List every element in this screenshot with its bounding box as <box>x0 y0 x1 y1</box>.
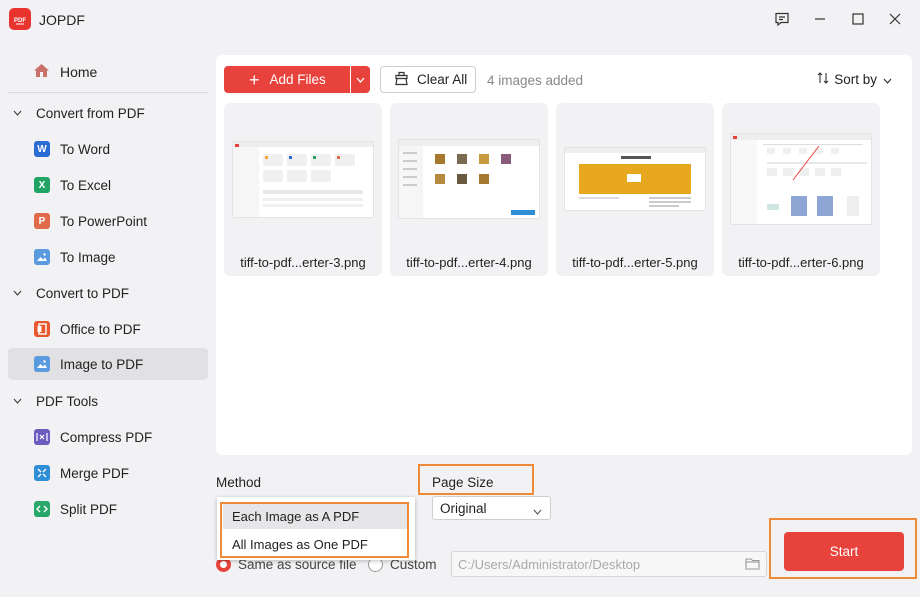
word-icon: W <box>34 141 50 157</box>
compress-icon <box>34 429 50 445</box>
sidebar: Home Convert from PDF W To Word X To Exc… <box>0 40 216 597</box>
method-highlight <box>220 502 409 558</box>
sidebar-item-label: To Excel <box>60 177 112 193</box>
sidebar-item-label: To Word <box>60 141 111 157</box>
feedback-icon[interactable] <box>768 6 796 32</box>
sidebar-item-to-word[interactable]: W To Word <box>8 133 208 165</box>
home-icon <box>33 63 50 81</box>
sidebar-item-label: Office to PDF <box>60 321 141 337</box>
sidebar-item-label: Merge PDF <box>60 465 130 481</box>
sidebar-item-split-pdf[interactable]: Split PDF <box>8 493 208 525</box>
file-name: tiff-to-pdf...erter-4.png <box>406 255 532 270</box>
add-files-button[interactable]: + Add Files <box>224 66 350 93</box>
chevron-down-icon <box>10 110 24 116</box>
method-label: Method <box>216 475 262 490</box>
svg-text:PDF: PDF <box>14 18 26 24</box>
minimize-icon[interactable] <box>806 6 834 32</box>
divider <box>8 92 208 93</box>
maximize-icon[interactable] <box>844 6 872 32</box>
sidebar-item-label: Split PDF <box>60 501 118 517</box>
sort-icon <box>817 72 829 87</box>
sidebar-item-label: To PowerPoint <box>60 213 148 229</box>
page-size-value: Original <box>440 500 487 516</box>
app-logo-icon: PDF <box>9 8 31 30</box>
clear-all-label: Clear All <box>417 72 468 87</box>
section-label: Convert from PDF <box>36 105 145 121</box>
file-name: tiff-to-pdf...erter-3.png <box>240 255 366 270</box>
split-icon <box>34 501 50 517</box>
add-files-dropdown-button[interactable] <box>351 66 370 93</box>
clear-all-button[interactable]: Clear All <box>380 66 476 93</box>
sidebar-item-label: To Image <box>60 249 116 265</box>
image-count: 4 images added <box>487 73 584 88</box>
chevron-down-icon <box>10 398 24 404</box>
sidebar-item-to-excel[interactable]: X To Excel <box>8 169 208 201</box>
section-convert-to-pdf[interactable]: Convert to PDF <box>8 281 208 305</box>
sidebar-item-image-to-pdf[interactable]: Image to PDF <box>8 348 208 380</box>
chevron-down-icon <box>883 72 892 87</box>
powerpoint-icon: P <box>34 213 50 229</box>
office-icon <box>34 321 50 337</box>
clear-icon <box>394 71 409 89</box>
image-thumbnail[interactable]: tiff-to-pdf...erter-3.png <box>224 103 382 276</box>
thumbnail-image <box>730 133 872 225</box>
sort-by-button[interactable]: Sort by <box>817 72 892 87</box>
image-icon <box>34 356 50 372</box>
section-convert-from-pdf[interactable]: Convert from PDF <box>8 101 208 125</box>
sidebar-item-home[interactable]: Home <box>8 58 208 86</box>
chevron-down-icon <box>10 290 24 296</box>
thumbnail-image <box>564 147 706 211</box>
sidebar-item-office-to-pdf[interactable]: Office to PDF <box>8 313 208 345</box>
sidebar-item-to-image[interactable]: To Image <box>8 241 208 273</box>
output-path-input[interactable]: C:/Users/Administrator/Desktop <box>451 551 767 577</box>
start-button[interactable]: Start <box>784 532 904 571</box>
sidebar-item-to-powerpoint[interactable]: P To PowerPoint <box>8 205 208 237</box>
file-name: tiff-to-pdf...erter-6.png <box>738 255 864 270</box>
image-thumbnail[interactable]: tiff-to-pdf...erter-4.png <box>390 103 548 276</box>
page-size-select[interactable]: Original <box>432 496 551 520</box>
file-panel: + Add Files Clear All 4 images added Sor… <box>216 55 912 455</box>
section-pdf-tools[interactable]: PDF Tools <box>8 389 208 413</box>
chevron-down-icon <box>533 503 542 518</box>
chevron-down-icon <box>356 77 365 83</box>
section-label: Convert to PDF <box>36 285 130 301</box>
sidebar-item-label: Home <box>60 64 98 80</box>
thumbnail-image <box>398 139 540 219</box>
file-name: tiff-to-pdf...erter-5.png <box>572 255 698 270</box>
sidebar-item-compress-pdf[interactable]: Compress PDF <box>8 421 208 453</box>
add-files-label: Add Files <box>269 72 326 87</box>
sidebar-item-label: Image to PDF <box>60 356 144 372</box>
image-icon <box>34 249 50 265</box>
section-label: PDF Tools <box>36 393 99 409</box>
close-icon[interactable] <box>881 6 909 32</box>
page-size-label: Page Size <box>432 475 494 490</box>
sidebar-item-merge-pdf[interactable]: Merge PDF <box>8 457 208 489</box>
app-title: JOPDF <box>39 12 85 28</box>
sort-by-label: Sort by <box>834 72 877 87</box>
sidebar-item-label: Compress PDF <box>60 429 153 445</box>
title-bar: PDF JOPDF <box>0 0 920 40</box>
plus-icon: + <box>249 69 260 90</box>
output-path-value: C:/Users/Administrator/Desktop <box>458 556 641 572</box>
excel-icon: X <box>34 177 50 193</box>
folder-icon[interactable] <box>745 557 760 573</box>
thumbnail-image <box>232 141 374 218</box>
image-thumbnail[interactable]: tiff-to-pdf...erter-5.png <box>556 103 714 276</box>
merge-icon <box>34 465 50 481</box>
image-thumbnail[interactable]: tiff-to-pdf...erter-6.png <box>722 103 880 276</box>
